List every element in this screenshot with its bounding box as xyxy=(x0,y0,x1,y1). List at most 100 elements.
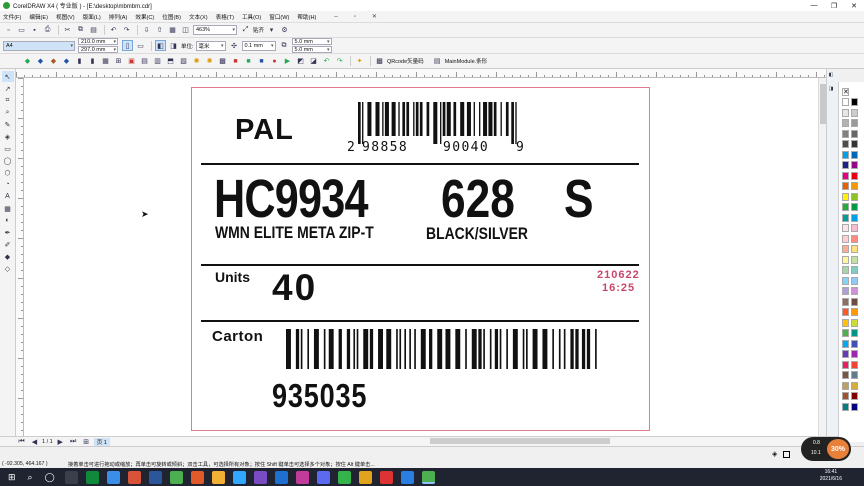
color-swatch[interactable] xyxy=(842,402,849,411)
snap-dropdown-icon[interactable]: ▾ xyxy=(266,25,277,36)
color-swatch[interactable] xyxy=(842,360,849,369)
taskbar-app-icon[interactable] xyxy=(274,470,288,484)
color-swatch[interactable] xyxy=(842,318,849,327)
open-icon[interactable]: ▭ xyxy=(16,25,27,36)
taskbar-app-icon[interactable] xyxy=(85,470,99,484)
save-icon[interactable]: ▪ xyxy=(29,25,40,36)
taskbar-app-icon[interactable] xyxy=(316,470,330,484)
color-swatch[interactable] xyxy=(851,360,858,369)
macro-icon[interactable]: ◆ xyxy=(35,56,46,67)
color-swatch[interactable] xyxy=(842,297,849,306)
page-width-input[interactable]: 210.0 mm xyxy=(78,38,118,45)
macro-icon[interactable]: ◆ xyxy=(22,56,33,67)
color-swatch[interactable] xyxy=(851,171,858,180)
no-color-swatch[interactable]: ✕ xyxy=(842,88,849,96)
taskbar-app-icon[interactable] xyxy=(400,470,414,484)
macro-icon[interactable]: ⊞ xyxy=(113,56,124,67)
menu-file[interactable]: 文件(F) xyxy=(3,13,21,21)
rectangle-tool-icon[interactable]: ▭ xyxy=(2,143,14,154)
menu-text[interactable]: 文本(X) xyxy=(189,13,208,21)
lightbulb-icon[interactable]: ✦ xyxy=(354,56,365,67)
portrait-icon[interactable]: ▯ xyxy=(122,40,133,51)
macro-icon[interactable]: ▶ xyxy=(282,56,293,67)
taskbar-app-icon[interactable] xyxy=(190,470,204,484)
welcome-icon[interactable]: ◫ xyxy=(180,25,191,36)
polygon-tool-icon[interactable]: ⬡ xyxy=(2,167,14,178)
color-swatch[interactable] xyxy=(851,339,858,348)
taskbar-app-icon[interactable] xyxy=(295,470,309,484)
full-screen-icon[interactable]: ⤢ xyxy=(240,25,251,36)
color-swatch[interactable] xyxy=(842,245,849,253)
print-icon[interactable]: ⎙ xyxy=(42,25,53,36)
taskbar-app-icon[interactable] xyxy=(337,470,351,484)
color-swatch[interactable] xyxy=(851,371,858,379)
color-swatch[interactable] xyxy=(842,119,849,127)
color-swatch[interactable] xyxy=(842,161,849,169)
macro-icon[interactable]: ▩ xyxy=(217,56,228,67)
color-swatch[interactable] xyxy=(842,339,849,348)
color-swatch[interactable] xyxy=(851,150,858,159)
menu-tools[interactable]: 工具(O) xyxy=(242,13,261,21)
color-swatch[interactable] xyxy=(851,402,858,411)
macro-icon[interactable]: ▥ xyxy=(152,56,163,67)
doc-minimize-button[interactable]: – xyxy=(334,14,337,20)
horizontal-ruler[interactable] xyxy=(16,69,826,78)
color-swatch[interactable] xyxy=(851,287,858,295)
page-tab[interactable]: 页 1 xyxy=(93,437,110,446)
color-swatch[interactable] xyxy=(851,381,858,390)
page-height-input[interactable]: 297.0 mm xyxy=(78,46,118,53)
text-tool-icon[interactable]: A xyxy=(2,191,14,202)
macro-icon[interactable]: ◆ xyxy=(48,56,59,67)
outline-pen-icon[interactable]: ✐ xyxy=(2,239,14,250)
cut-icon[interactable]: ✂ xyxy=(62,25,73,36)
label-page[interactable]: PAL 2 98858 90040 9 HC9934 628 S WMN ELI… xyxy=(191,87,650,431)
doc-restore-button[interactable]: ▫ xyxy=(354,14,356,20)
color-swatch[interactable] xyxy=(842,98,849,106)
color-swatch[interactable] xyxy=(842,371,849,379)
menu-view[interactable]: 视图(V) xyxy=(56,13,75,21)
color-swatch[interactable] xyxy=(842,224,849,232)
macro-icon[interactable]: ◩ xyxy=(295,56,306,67)
color-swatch[interactable] xyxy=(851,308,858,316)
taskbar-app-icon[interactable] xyxy=(169,470,183,484)
color-swatch[interactable] xyxy=(851,192,858,201)
macro-icon[interactable]: ✺ xyxy=(204,56,215,67)
color-swatch[interactable] xyxy=(842,266,849,274)
macro-icon[interactable]: ■ xyxy=(243,56,254,67)
all-pages-icon[interactable]: ◧ xyxy=(155,40,166,51)
minimize-button[interactable]: — xyxy=(804,0,824,11)
main-module-button[interactable]: MainModule.条形 xyxy=(445,57,488,65)
horizontal-scroll-thumb[interactable] xyxy=(430,438,610,444)
duplicate-y-input[interactable]: 5.0 mm xyxy=(291,46,332,53)
taskbar-app-icon[interactable] xyxy=(106,470,120,484)
menu-window[interactable]: 窗口(W) xyxy=(269,13,289,21)
nudge-distance-input[interactable]: 0.1 mm xyxy=(241,40,276,51)
color-swatch[interactable] xyxy=(851,329,858,337)
color-swatch[interactable] xyxy=(851,245,858,253)
qrcode-macro-button[interactable]: QRcode矢量码 xyxy=(387,57,424,65)
basic-shapes-icon[interactable]: ◔ xyxy=(2,179,14,190)
fill-tool-icon[interactable]: ◆ xyxy=(2,251,14,262)
taskbar-app-icon[interactable] xyxy=(127,470,141,484)
color-swatch[interactable] xyxy=(851,98,858,106)
export-icon[interactable]: ⇧ xyxy=(154,25,165,36)
color-swatch[interactable] xyxy=(851,213,858,222)
taskbar-app-icon[interactable] xyxy=(211,470,225,484)
zoom-tool-icon[interactable]: ⌕ xyxy=(2,107,14,118)
color-swatch[interactable] xyxy=(842,329,849,337)
color-swatch[interactable] xyxy=(842,255,849,264)
macro-icon[interactable]: ◪ xyxy=(308,56,319,67)
taskbar-app-icon[interactable] xyxy=(253,470,267,484)
landscape-icon[interactable]: ▭ xyxy=(135,40,146,51)
color-swatch[interactable] xyxy=(842,182,849,190)
macro-icon[interactable]: ▮ xyxy=(87,56,98,67)
taskbar-app-icon[interactable] xyxy=(64,470,78,484)
color-swatch[interactable] xyxy=(851,266,858,274)
menu-edit[interactable]: 编辑(E) xyxy=(29,13,48,21)
color-swatch[interactable] xyxy=(842,234,849,243)
color-swatch[interactable] xyxy=(842,192,849,201)
table-tool-icon[interactable]: ▦ xyxy=(2,203,14,214)
color-swatch[interactable] xyxy=(851,224,858,232)
macro-icon[interactable]: ▧ xyxy=(178,56,189,67)
color-swatch[interactable] xyxy=(842,171,849,180)
